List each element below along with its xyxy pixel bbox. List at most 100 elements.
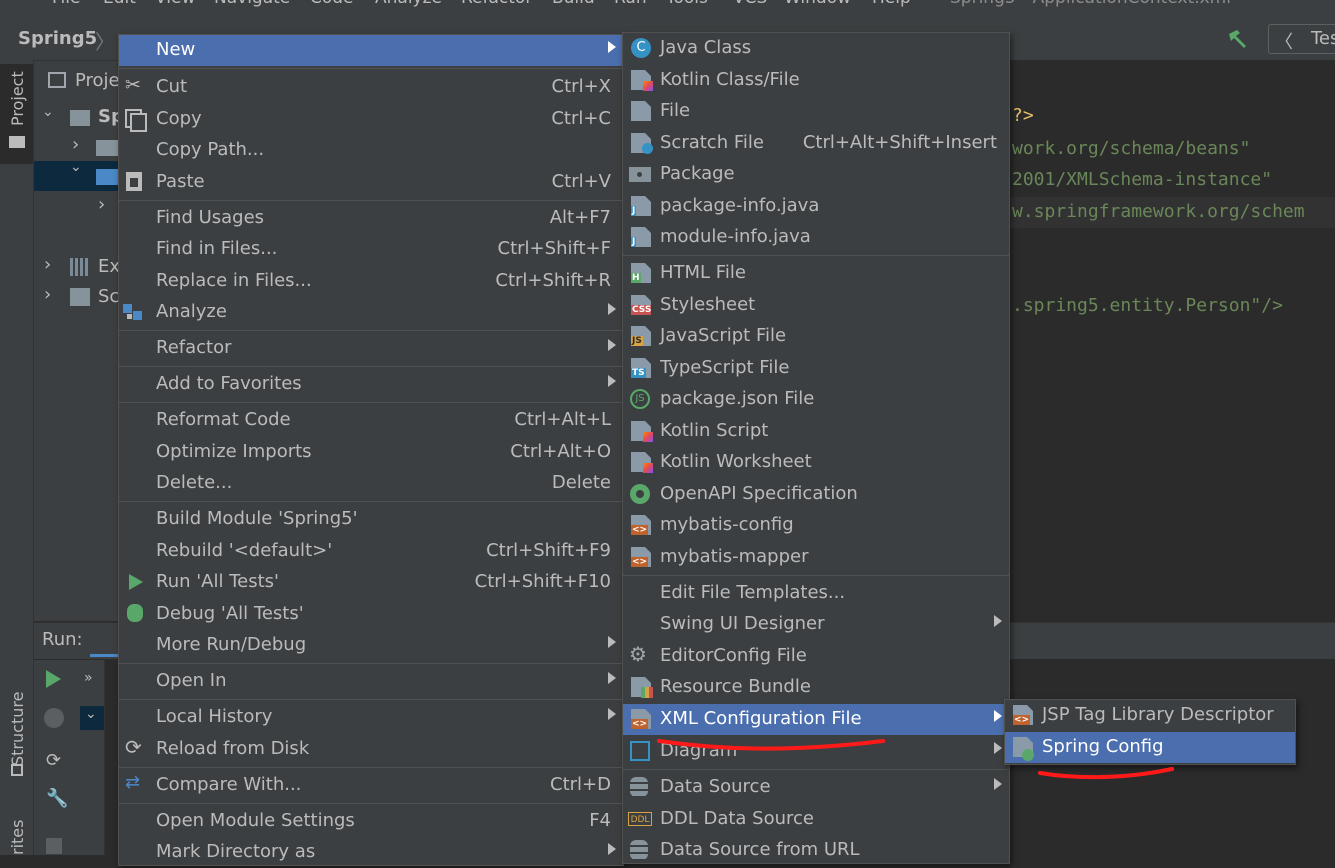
new-package-info[interactable]: J package-info.java [623, 191, 1009, 222]
new-swing-ui-designer[interactable]: Swing UI Designer [623, 609, 1009, 640]
menu-item-open-in[interactable]: Open In [119, 666, 623, 697]
new-typescript-file[interactable]: TS TypeScript File [623, 353, 1009, 384]
menu-item-paste[interactable]: Paste Ctrl+V [119, 167, 623, 198]
new-ddl-data-source[interactable]: DDL DDL Data Source [623, 804, 1009, 835]
new-mybatis-config[interactable]: <> mybatis-config [623, 510, 1009, 541]
menu-analyze[interactable]: Analyze [375, 0, 442, 8]
menu-item-label: Debug 'All Tests' [156, 603, 304, 624]
menu-item-find-in-files[interactable]: Find in Files... Ctrl+Shift+F [119, 234, 623, 265]
menu-view[interactable]: View [155, 0, 195, 8]
project-tool-tab[interactable]: Project [0, 64, 33, 164]
new-package[interactable]: Package [623, 159, 1009, 190]
new-kotlin-class[interactable]: Kotlin Class/File [623, 65, 1009, 96]
chevron-right-icon[interactable]: › [44, 254, 51, 275]
menu-item-run-all-tests[interactable]: Run 'All Tests' Ctrl+Shift+F10 [119, 567, 623, 598]
menu-navigate[interactable]: Navigate [214, 0, 290, 8]
chevron-down-icon[interactable]: ⌄ [42, 104, 54, 120]
project-panel-title[interactable]: Proje [75, 70, 120, 91]
menu-item-debug-all-tests[interactable]: Debug 'All Tests' [119, 599, 623, 630]
menu-item-delete[interactable]: Delete... Delete [119, 468, 623, 499]
chevron-right-icon[interactable]: › [98, 194, 105, 215]
new-resource-bundle[interactable]: Resource Bundle [623, 672, 1009, 703]
stop-icon[interactable] [44, 708, 64, 728]
new-stylesheet[interactable]: CSS Stylesheet [623, 290, 1009, 321]
new-html-file[interactable]: H HTML File [623, 258, 1009, 289]
menu-item-open-module-settings[interactable]: Open Module Settings F4 [119, 806, 623, 837]
menu-item-shortcut: Alt+F7 [549, 207, 611, 228]
menu-edit[interactable]: Edit [103, 0, 136, 8]
more-chevrons-icon[interactable]: » [84, 670, 93, 686]
menu-refactor[interactable]: Refactor [461, 0, 532, 8]
submenu-arrow-icon [608, 636, 616, 648]
breadcrumb-project[interactable]: Spring5 [18, 28, 97, 49]
new-editorconfig-file[interactable]: ⚙ EditorConfig File [623, 641, 1009, 672]
menu-item-add-to-favorites[interactable]: Add to Favorites [119, 369, 623, 400]
diagram-icon [630, 741, 650, 761]
menu-item-local-history[interactable]: Local History [119, 702, 623, 733]
menu-item-new[interactable]: New [119, 35, 623, 66]
new-openapi-spec[interactable]: OpenAPI Specification [623, 479, 1009, 510]
code-line-2: work.org/schema/beans" [1012, 138, 1251, 159]
menu-tools[interactable]: Tools [666, 0, 708, 8]
new-java-class[interactable]: C Java Class [623, 33, 1009, 64]
new-kotlin-worksheet[interactable]: Kotlin Worksheet [623, 447, 1009, 478]
menu-vcs[interactable]: VCS [733, 0, 767, 8]
edit-file-templates[interactable]: Edit File Templates... [623, 578, 1009, 609]
chevron-down-icon[interactable]: ⌄ [70, 159, 82, 175]
submenu-arrow-icon [608, 339, 616, 351]
square-icon[interactable] [46, 838, 62, 854]
new-jsp-tag-library-descriptor[interactable]: <> JSP Tag Library Descriptor [1005, 700, 1295, 731]
build-hammer-icon[interactable] [1226, 28, 1250, 50]
tree-row-scratches[interactable]: › Sc [34, 282, 124, 312]
tree-row-child[interactable]: › [34, 132, 124, 162]
menu-item-cut[interactable]: ✂ Cut Ctrl+X [119, 72, 623, 103]
new-package-json[interactable]: JS package.json File [623, 384, 1009, 415]
new-data-source-from-url[interactable]: Data Source from URL [623, 835, 1009, 866]
rerun-icon[interactable] [46, 670, 61, 688]
menu-item-optimize-imports[interactable]: Optimize Imports Ctrl+Alt+O [119, 437, 623, 468]
menu-help[interactable]: Help [872, 0, 911, 8]
new-module-info[interactable]: J module-info.java [623, 222, 1009, 253]
favorites-tool-tab[interactable]: rites [0, 815, 33, 855]
new-spring-config[interactable]: Spring Config [1005, 732, 1295, 763]
database-url-icon [630, 840, 648, 860]
menu-item-rebuild[interactable]: Rebuild '<default>' Ctrl+Shift+F9 [119, 536, 623, 567]
menu-item-replace-in-files[interactable]: Replace in Files... Ctrl+Shift+R [119, 266, 623, 297]
new-mybatis-mapper[interactable]: <> mybatis-mapper [623, 542, 1009, 573]
menu-item-reload-from-disk[interactable]: ⟳ Reload from Disk [119, 734, 623, 765]
new-data-source[interactable]: Data Source [623, 772, 1009, 803]
tree-row-root[interactable]: ⌄ Sp [34, 102, 124, 132]
new-kotlin-script[interactable]: Kotlin Script [623, 416, 1009, 447]
menu-file[interactable]: File [52, 0, 80, 8]
menu-item-mark-directory-as[interactable]: Mark Directory as [119, 837, 623, 868]
run-panel-label: Run: [42, 629, 83, 650]
menu-run[interactable]: Run [614, 0, 647, 8]
menu-item-more-run-debug[interactable]: More Run/Debug [119, 630, 623, 661]
menu-item-build-module[interactable]: Build Module 'Spring5' [119, 504, 623, 535]
tree-row-external-libraries[interactable]: › Ex [34, 252, 124, 282]
menu-build[interactable]: Build [552, 0, 595, 8]
menu-item-analyze[interactable]: Analyze [119, 297, 623, 328]
new-scratch-file[interactable]: Scratch File Ctrl+Alt+Shift+Insert [623, 128, 1009, 159]
new-javascript-file[interactable]: JS JavaScript File [623, 321, 1009, 352]
expand-tree-icon[interactable]: ⌄ [80, 706, 104, 730]
wrench-icon[interactable]: 🔧 [46, 788, 68, 809]
chevron-right-icon[interactable]: › [44, 284, 51, 305]
menu-item-copy[interactable]: Copy Ctrl+C [119, 104, 623, 135]
menu-item-refactor[interactable]: Refactor [119, 333, 623, 364]
rerun-failed-icon[interactable]: ⟳ [46, 750, 61, 771]
new-file[interactable]: File [623, 96, 1009, 127]
menu-code[interactable]: Code [310, 0, 354, 8]
menu-item-find-usages[interactable]: Find Usages Alt+F7 [119, 203, 623, 234]
new-diagram[interactable]: Diagram [623, 736, 1009, 767]
structure-tool-tab[interactable]: Structure [0, 670, 33, 780]
tree-row-selected[interactable]: ⌄ [34, 159, 120, 191]
menu-item-reformat-code[interactable]: Reformat Code Ctrl+Alt+L [119, 405, 623, 436]
run-config-selector[interactable]: 〈 Tes [1268, 24, 1335, 54]
menu-item-compare-with[interactable]: ⇄ Compare With... Ctrl+D [119, 770, 623, 801]
menu-item-copy-path[interactable]: Copy Path... [119, 135, 623, 166]
chevron-right-icon[interactable]: › [72, 134, 79, 155]
new-xml-configuration-file[interactable]: <> XML Configuration File [623, 704, 1009, 735]
tree-row-nested[interactable]: › [34, 192, 124, 222]
menu-window[interactable]: Window [784, 0, 851, 8]
